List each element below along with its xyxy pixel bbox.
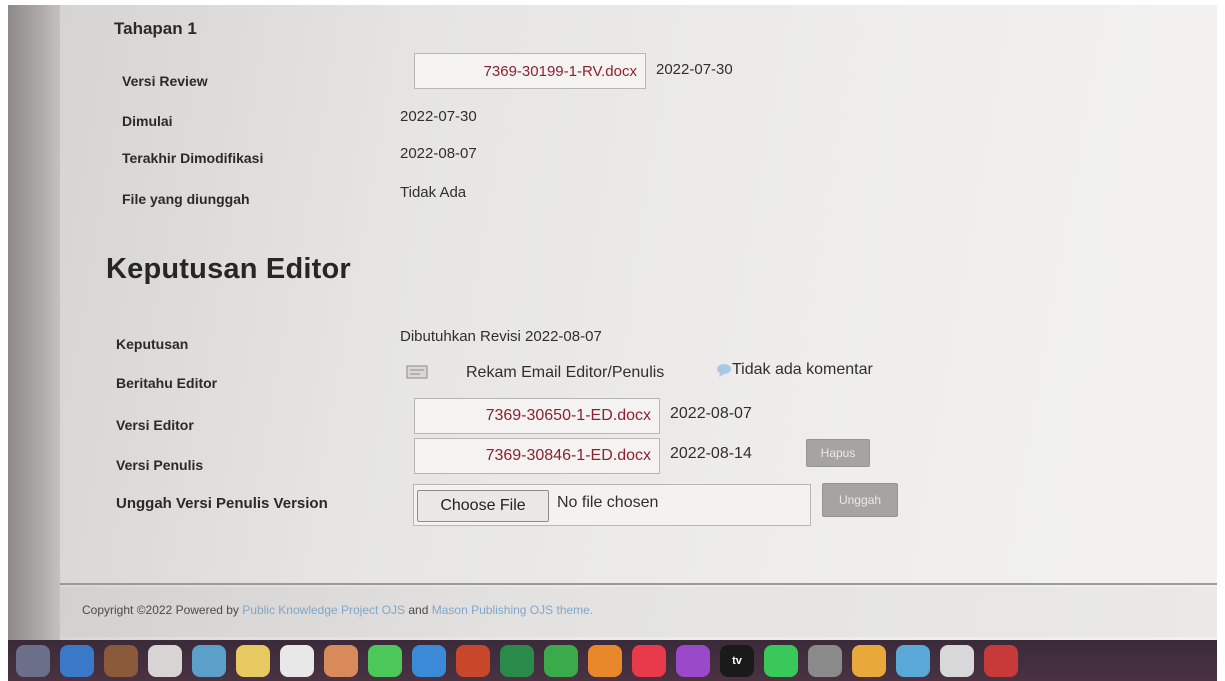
no-comment-link[interactable]: Tidak ada komentar bbox=[732, 361, 873, 379]
pkp-ojs-link[interactable]: Public Knowledge Project OJS bbox=[242, 603, 405, 617]
decision-value: Dibutuhkan Revisi 2022-08-07 bbox=[400, 328, 602, 345]
chrome-icon[interactable] bbox=[940, 644, 974, 677]
page-content: Tahapan 1 Versi Review 7369-30199-1-RV.d… bbox=[60, 5, 1217, 585]
author-version-date: 2022-08-14 bbox=[670, 445, 752, 462]
last-modified-value: 2022-08-07 bbox=[400, 145, 477, 162]
notify-editor-label: Beritahu Editor bbox=[116, 375, 218, 391]
window-edge bbox=[8, 5, 60, 640]
apple-tv-icon[interactable]: tv bbox=[720, 644, 754, 677]
review-version-file-link[interactable]: 7369-30199-1-RV.docx bbox=[414, 53, 646, 89]
music-icon[interactable] bbox=[632, 644, 666, 677]
notes-icon[interactable] bbox=[236, 644, 270, 677]
finder-icon[interactable] bbox=[60, 644, 94, 677]
delete-button[interactable]: Hapus bbox=[806, 439, 870, 467]
photo-app-icon[interactable] bbox=[104, 644, 138, 677]
comment-icon[interactable] bbox=[716, 363, 732, 377]
books-icon[interactable] bbox=[852, 644, 886, 677]
footer: Copyright ©2022 Powered by Public Knowle… bbox=[60, 587, 1217, 637]
launchpad-icon[interactable] bbox=[16, 644, 50, 677]
excel-icon[interactable] bbox=[500, 644, 534, 677]
footer-text: Copyright ©2022 Powered by Public Knowle… bbox=[82, 603, 593, 617]
choose-file-button[interactable]: Choose File bbox=[417, 490, 549, 522]
stage-title: Tahapan 1 bbox=[114, 19, 197, 38]
numbers-icon[interactable] bbox=[544, 644, 578, 677]
editor-version-file-link[interactable]: 7369-30650-1-ED.docx bbox=[414, 398, 660, 434]
mason-theme-link[interactable]: Mason Publishing OJS theme. bbox=[432, 603, 593, 617]
calendar-icon[interactable] bbox=[148, 644, 182, 677]
preview-icon[interactable] bbox=[896, 644, 930, 677]
author-version-label: Versi Penulis bbox=[116, 457, 204, 473]
system-preferences-icon[interactable] bbox=[808, 644, 842, 677]
uploaded-file-value: Tidak Ada bbox=[400, 184, 467, 201]
decision-label: Keputusan bbox=[116, 336, 189, 352]
review-version-date: 2022-07-30 bbox=[656, 61, 733, 78]
last-modified-label: Terakhir Dimodifikasi bbox=[122, 150, 264, 166]
upload-button[interactable]: Unggah bbox=[822, 483, 898, 517]
app-icon[interactable] bbox=[984, 644, 1018, 677]
editor-version-date: 2022-08-07 bbox=[670, 405, 752, 422]
no-file-chosen-text: No file chosen bbox=[557, 494, 659, 511]
podcasts-icon[interactable] bbox=[676, 644, 710, 677]
dock: tv bbox=[8, 640, 1217, 681]
mail-icon[interactable] bbox=[412, 644, 446, 677]
uploaded-file-label: File yang diunggah bbox=[122, 191, 250, 207]
facetime-icon[interactable] bbox=[764, 644, 798, 677]
editor-version-label: Versi Editor bbox=[116, 417, 194, 433]
powerpoint-icon[interactable] bbox=[456, 644, 490, 677]
pages-icon[interactable] bbox=[588, 644, 622, 677]
upload-author-version-label: Unggah Versi Penulis Version bbox=[116, 495, 328, 512]
review-version-label: Versi Review bbox=[122, 73, 208, 89]
author-version-file-link[interactable]: 7369-30846-1-ED.docx bbox=[414, 438, 660, 474]
record-email-link[interactable]: Rekam Email Editor/Penulis bbox=[466, 364, 664, 382]
reminders-icon[interactable] bbox=[280, 644, 314, 677]
maps-icon[interactable] bbox=[192, 644, 226, 677]
editor-decision-heading: Keputusan Editor bbox=[106, 253, 351, 285]
email-icon[interactable] bbox=[406, 365, 428, 379]
started-label: Dimulai bbox=[122, 113, 173, 129]
started-value: 2022-07-30 bbox=[400, 108, 477, 125]
messages-icon[interactable] bbox=[368, 644, 402, 677]
screen: Tahapan 1 Versi Review 7369-30199-1-RV.d… bbox=[8, 5, 1217, 681]
copyright-text: Copyright ©2022 Powered by bbox=[82, 603, 239, 617]
footer-and: and bbox=[408, 603, 429, 617]
photos-icon[interactable] bbox=[324, 644, 358, 677]
